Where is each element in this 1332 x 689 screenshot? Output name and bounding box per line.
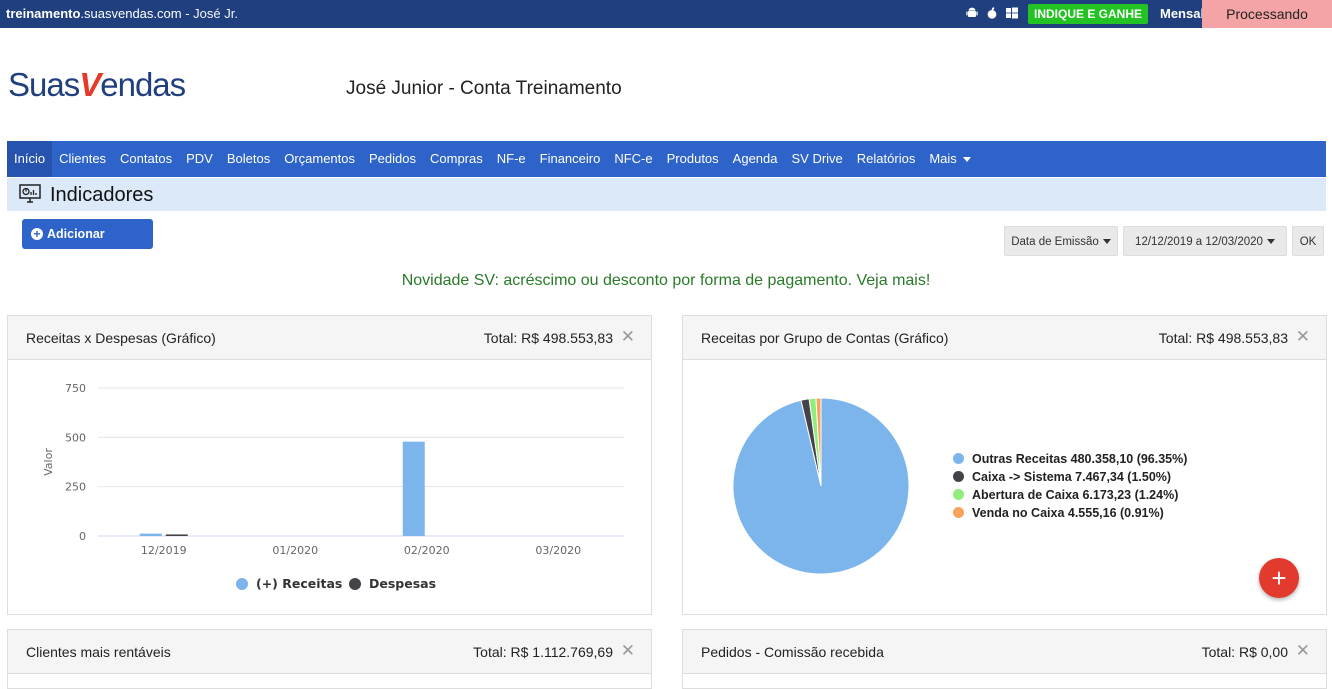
legend-label: Despesas <box>369 576 436 591</box>
y-tick-label: 500 <box>65 431 86 444</box>
legend-marker <box>953 489 964 500</box>
caret-down-icon <box>1266 239 1275 245</box>
date-type-dropdown[interactable]: Data de Emissão <box>1004 226 1118 256</box>
monitor-chart-icon <box>19 184 41 203</box>
nav-item-nf-e[interactable]: NF-e <box>490 141 533 177</box>
nav-item-compras[interactable]: Compras <box>423 141 490 177</box>
y-tick-label: 0 <box>79 530 86 543</box>
panel-title: Receitas x Despesas (Gráfico) <box>26 330 216 346</box>
clientes-rentaveis-panel: Clientes mais rentáveis Total: R$ 1.112.… <box>7 629 652 689</box>
nav-item-clientes[interactable]: Clientes <box>52 141 113 177</box>
date-range-dropdown[interactable]: 12/12/2019 a 12/03/2020 <box>1123 226 1287 256</box>
x-tick-label: 12/2019 <box>141 544 187 557</box>
receitas-despesas-panel: Receitas x Despesas (Gráfico) Total: R$ … <box>7 315 652 615</box>
y-axis-label: Valor <box>42 448 55 476</box>
receitas-grupo-panel: Receitas por Grupo de Contas (Gráfico) T… <box>682 315 1327 615</box>
bar-despesas <box>165 534 188 536</box>
processando-status: Processando <box>1202 0 1332 28</box>
ok-button[interactable]: OK <box>1292 226 1324 256</box>
plus-circle-icon: + <box>31 228 43 240</box>
pedidos-comissao-panel: Pedidos - Comissão recebida Total: R$ 0,… <box>682 629 1327 689</box>
account-name: José Junior - Conta Treinamento <box>346 78 622 99</box>
close-icon[interactable]: ✕ <box>621 641 635 661</box>
y-tick-label: 250 <box>65 481 86 494</box>
close-icon[interactable]: ✕ <box>621 327 635 347</box>
nav-item-mais[interactable]: Mais <box>922 141 977 177</box>
legend-marker <box>953 453 964 464</box>
nav-item-contatos[interactable]: Contatos <box>113 141 179 177</box>
caret-down-icon <box>1102 239 1111 245</box>
os-icons <box>966 7 1018 19</box>
legend-item[interactable]: Outras Receitas 480.358,10 (96.35%) <box>953 452 1187 466</box>
nav-item-pedidos[interactable]: Pedidos <box>362 141 423 177</box>
panel-title: Receitas por Grupo de Contas (Gráfico) <box>701 330 949 346</box>
legend-marker <box>953 507 964 518</box>
legend-item: Despesas <box>349 576 436 591</box>
x-tick-label: 03/2020 <box>535 544 581 557</box>
panel-title: Pedidos - Comissão recebida <box>701 644 884 660</box>
legend-item[interactable]: Venda no Caixa 4.555,16 (0.91%) <box>953 506 1164 520</box>
legend-label: Venda no Caixa 4.555,16 (0.91%) <box>972 506 1164 520</box>
legend-label: Abertura de Caixa 6.173,23 (1.24%) <box>972 488 1179 502</box>
nav-item-relatorios[interactable]: Relatórios <box>850 141 923 177</box>
nav-item-agenda[interactable]: Agenda <box>726 141 785 177</box>
bar-receitas <box>139 533 162 536</box>
nav-item-orcamentos[interactable]: Orçamentos <box>277 141 362 177</box>
panel-total: Total: R$ 498.553,83 <box>483 330 613 346</box>
panel-title: Clientes mais rentáveis <box>26 644 171 660</box>
top-bar: treinamento.suasvendas.com - José Jr. IN… <box>0 0 1332 28</box>
x-tick-label: 01/2020 <box>272 544 318 557</box>
legend-item: (+) Receitas <box>236 576 342 591</box>
legend-marker <box>349 578 361 590</box>
y-tick-label: 750 <box>65 382 86 395</box>
indicadores-bar: Indicadores <box>7 178 1326 211</box>
nav-item-produtos[interactable]: Produtos <box>660 141 726 177</box>
news-link[interactable]: Novidade SV: acréscimo ou desconto por f… <box>0 272 1332 290</box>
indicadores-title: Indicadores <box>50 184 154 206</box>
indique-e-ganhe-button[interactable]: INDIQUE E GANHE <box>1028 4 1149 24</box>
pie-chart <box>732 397 910 575</box>
panel-total: Total: R$ 1.112.769,69 <box>473 644 613 660</box>
nav-item-nfc-e[interactable]: NFC-e <box>607 141 659 177</box>
nav-item-sv-drive[interactable]: SV Drive <box>785 141 850 177</box>
add-fab-button[interactable]: + <box>1259 558 1299 598</box>
nav-item-pdv[interactable]: PDV <box>179 141 220 177</box>
panel-header: Pedidos - Comissão recebida Total: R$ 0,… <box>683 630 1326 674</box>
suasvendas-logo[interactable]: SuasVendas <box>8 66 186 104</box>
bar-receitas <box>402 441 425 536</box>
mensal-label[interactable]: Mensal <box>1160 6 1204 21</box>
panel-header: Clientes mais rentáveis Total: R$ 1.112.… <box>8 630 651 674</box>
legend-item[interactable]: Abertura de Caixa 6.173,23 (1.24%) <box>953 488 1178 502</box>
main-nav: Início Clientes Contatos PDV Boletos Orçament… <box>7 141 1326 177</box>
caret-down-icon <box>962 157 971 163</box>
legend-marker <box>953 471 964 482</box>
bar-chart: 0 250 500 750 Valor 12/2019 01/2020 02/2020 03/2… <box>42 382 624 591</box>
close-icon[interactable]: ✕ <box>1296 327 1310 347</box>
nav-item-boletos[interactable]: Boletos <box>220 141 277 177</box>
nav-item-financeiro[interactable]: Financeiro <box>533 141 608 177</box>
windows-icon[interactable] <box>1006 7 1018 19</box>
nav-item-inicio[interactable]: Início <box>7 141 53 177</box>
panel-total: Total: R$ 0,00 <box>1201 644 1288 660</box>
apple-icon[interactable] <box>986 7 998 19</box>
site-title: treinamento.suasvendas.com - José Jr. <box>6 6 238 21</box>
pie-legend: Outras Receitas 480.358,10 (96.35%) Caixa… <box>953 452 1273 532</box>
panel-header: Receitas x Despesas (Gráfico) Total: R$ … <box>8 316 651 360</box>
close-icon[interactable]: ✕ <box>1296 641 1310 661</box>
x-tick-label: 02/2020 <box>404 544 450 557</box>
legend-marker <box>236 578 248 590</box>
legend-label: (+) Receitas <box>256 576 342 591</box>
adicionar-resumo-button[interactable]: + Adicionar Resumo <box>22 219 153 271</box>
panel-header: Receitas por Grupo de Contas (Gráfico) T… <box>683 316 1326 360</box>
legend-label: Outras Receitas 480.358,10 (96.35%) <box>972 452 1188 466</box>
legend-item[interactable]: Caixa -> Sistema 7.467,34 (1.50%) <box>953 470 1171 484</box>
panel-total: Total: R$ 498.553,83 <box>1158 330 1288 346</box>
legend-label: Caixa -> Sistema 7.467,34 (1.50%) <box>972 470 1172 484</box>
android-icon[interactable] <box>966 7 978 19</box>
